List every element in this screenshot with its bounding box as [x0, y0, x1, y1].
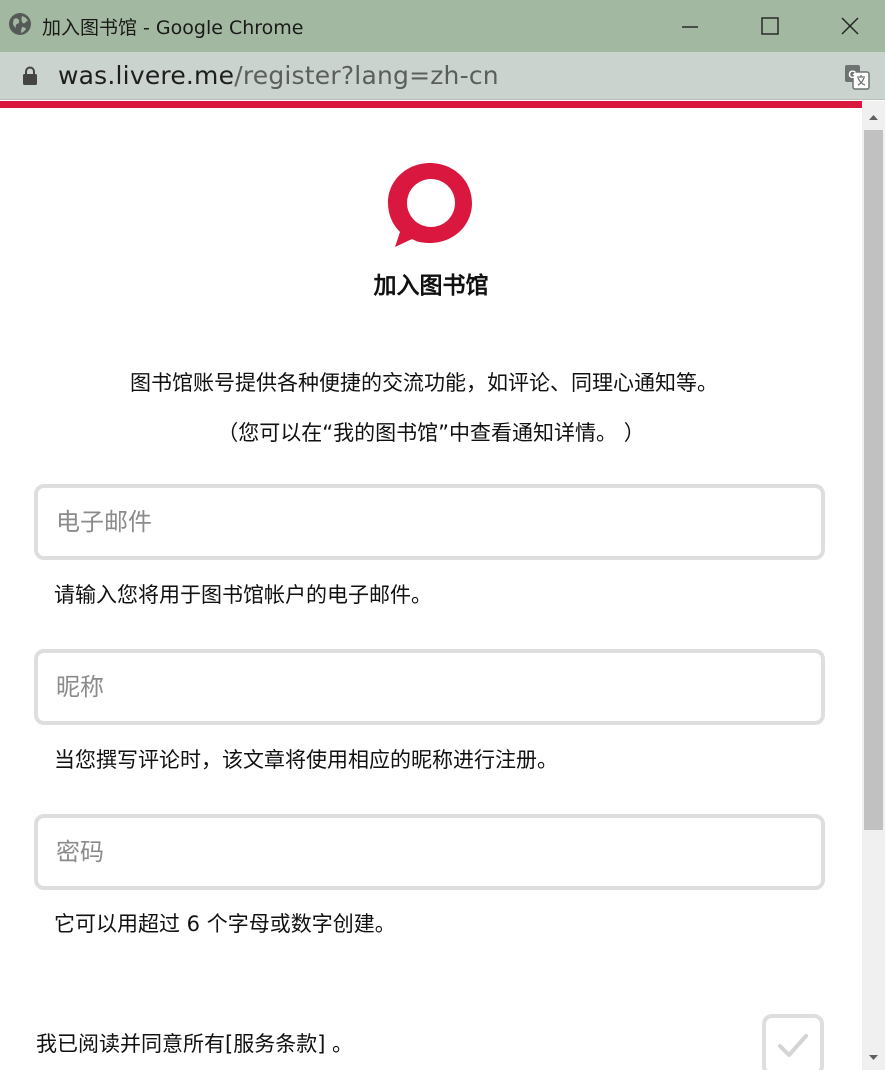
close-button[interactable]	[820, 0, 880, 52]
url-path: /register?lang=zh-cn	[234, 61, 499, 90]
svg-text:G: G	[848, 69, 857, 81]
password-input[interactable]	[56, 832, 796, 872]
nickname-input[interactable]	[56, 667, 796, 707]
translate-icon[interactable]: G	[844, 64, 870, 90]
url-text[interactable]: was.livere.me/register?lang=zh-cn	[58, 61, 499, 90]
page-description-note: （您可以在“我的图书馆”中查看通知详情。 ）	[217, 421, 645, 445]
window-titlebar: 加入图书馆 - Google Chrome	[0, 0, 885, 52]
checkmark-icon	[778, 1034, 808, 1057]
scroll-down-arrow-icon[interactable]	[862, 1049, 885, 1067]
url-host: was.livere.me	[58, 61, 235, 90]
brand-accent-bar	[0, 101, 862, 108]
vertical-scrollbar[interactable]	[862, 101, 885, 1070]
scrollbar-thumb[interactable]	[864, 130, 883, 830]
email-input[interactable]	[56, 502, 796, 542]
globe-icon	[9, 13, 31, 35]
nickname-hint: 当您撰写评论时，该文章将使用相应的昵称进行注册。	[54, 748, 558, 772]
livere-logo-icon	[388, 163, 472, 247]
page-description: 图书馆账号提供各种便捷的交流功能，如评论、同理心通知等。	[130, 371, 718, 395]
register-page: 加入图书馆 图书馆账号提供各种便捷的交流功能，如评论、同理心通知等。 （您可以在…	[0, 108, 862, 1070]
terms-agree-label[interactable]: 我已阅读并同意所有[服务条款] 。	[36, 1028, 353, 1058]
minimize-icon	[682, 26, 698, 28]
maximize-icon	[761, 17, 779, 35]
minimize-button[interactable]	[660, 0, 720, 52]
page-title: 加入图书馆	[373, 273, 489, 299]
scroll-up-arrow-icon[interactable]	[862, 109, 885, 127]
address-bar[interactable]: was.livere.me/register?lang=zh-cn G	[0, 52, 885, 100]
window-title: 加入图书馆 - Google Chrome	[42, 17, 304, 39]
email-field[interactable]	[34, 484, 825, 560]
password-hint: 它可以用超过 6 个字母或数字创建。	[54, 912, 396, 936]
email-hint: 请输入您将用于图书馆帐户的电子邮件。	[54, 583, 432, 607]
nickname-field[interactable]	[34, 649, 825, 725]
maximize-button[interactable]	[740, 0, 800, 52]
terms-agree-checkbox[interactable]	[762, 1014, 824, 1070]
close-icon	[841, 17, 859, 35]
lock-icon[interactable]	[22, 66, 38, 86]
password-field[interactable]	[34, 814, 825, 890]
